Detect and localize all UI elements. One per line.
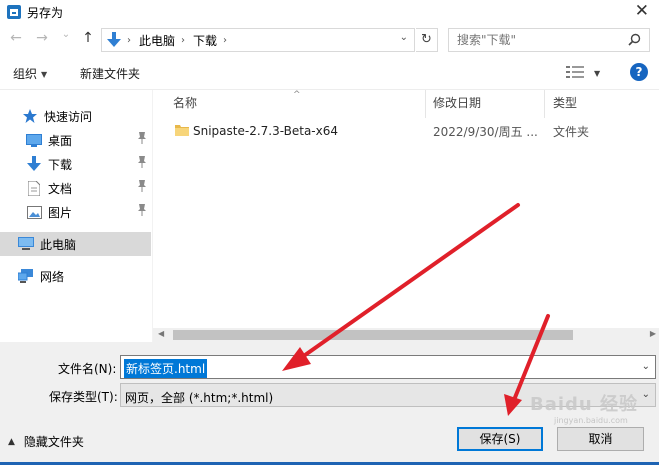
folder-icon (175, 124, 189, 139)
desktop-icon (26, 132, 42, 148)
cancel-button[interactable]: 取消 (557, 427, 644, 451)
chevron-down-icon: ▼ (41, 70, 48, 79)
document-icon (26, 180, 42, 196)
file-type: 文件夹 (553, 124, 590, 139)
recent-locations-icon[interactable]: ⌄ (58, 27, 74, 43)
address-dropdown-icon[interactable]: ⌄ (400, 32, 408, 43)
breadcrumb-separator: › (127, 34, 131, 46)
sidebar-item-label: 图片 (48, 205, 73, 220)
search-icon[interactable] (628, 33, 641, 49)
filetype-value: 网页，全部 (*.htm;*.html) (125, 391, 274, 405)
help-icon[interactable]: ? (630, 63, 648, 81)
filetype-label: 保存类型(T): (49, 390, 118, 404)
chevron-down-icon[interactable]: ⌄ (642, 389, 650, 400)
filename-field[interactable]: 新标签页.html ⌄ (120, 355, 656, 379)
star-icon (22, 108, 38, 124)
scroll-left-icon[interactable]: ◀ (158, 329, 164, 338)
save-button[interactable]: 保存(S) (457, 427, 543, 451)
pin-icon[interactable] (137, 132, 147, 147)
refresh-icon[interactable]: ↻ (416, 28, 438, 52)
address-bar[interactable]: › 此电脑 › 下载 › ⌄ (101, 28, 415, 52)
scroll-right-icon[interactable]: ▶ (650, 329, 656, 338)
network-icon (18, 268, 34, 284)
watermark: Baidu 经验 jingyan.baidu.com (530, 390, 638, 425)
download-folder-icon (107, 32, 121, 48)
sidebar-item-label: 此电脑 (40, 237, 77, 252)
organize-menu-button[interactable]: 组织 ▼ (13, 65, 47, 82)
breadcrumb-separator[interactable]: › (223, 35, 227, 46)
new-folder-button[interactable]: 新建文件夹 (80, 65, 140, 82)
file-list: ^ 名称 修改日期 类型 Snipaste-2.7.3-Beta-x64 202… (152, 90, 659, 342)
column-header-name[interactable]: 名称 (173, 94, 197, 116)
navigation-bar: ← → ⌄ ↑ › 此电脑 › 下载 › ⌄ ↻ (0, 24, 659, 54)
pin-icon[interactable] (137, 156, 147, 171)
app-icon (7, 5, 21, 19)
close-icon[interactable]: ✕ (635, 2, 649, 20)
sidebar-item-documents[interactable]: 文档 (0, 176, 151, 200)
table-row[interactable]: Snipaste-2.7.3-Beta-x64 2022/9/30/周五 ...… (171, 120, 659, 142)
horizontal-scrollbar[interactable]: ◀ ▶ (153, 328, 659, 342)
computer-icon (18, 236, 34, 252)
column-divider[interactable] (544, 90, 545, 118)
organize-label: 组织 (13, 67, 38, 81)
sidebar-item-quick-access[interactable]: 快速访问 (0, 104, 151, 128)
breadcrumb-downloads[interactable]: 下载 (193, 32, 217, 49)
breadcrumb-this-pc[interactable]: 此电脑 (139, 32, 175, 49)
file-name: Snipaste-2.7.3-Beta-x64 (193, 124, 339, 138)
chevron-up-icon: ▲ (8, 436, 15, 447)
sidebar-item-label: 网络 (40, 269, 65, 284)
file-date: 2022/9/30/周五 ... (433, 124, 538, 139)
details-view-icon (566, 65, 584, 82)
column-divider[interactable] (425, 90, 426, 118)
forward-arrow-icon[interactable]: → (34, 30, 50, 46)
view-options-button[interactable]: ▼ (566, 65, 606, 81)
title-bar: 另存为 ✕ (0, 0, 659, 24)
back-arrow-icon[interactable]: ← (8, 30, 24, 46)
sidebar-item-this-pc[interactable]: 此电脑 (0, 232, 151, 256)
sidebar-item-downloads[interactable]: 下载 (0, 152, 151, 176)
sidebar-item-desktop[interactable]: 桌面 (0, 128, 151, 152)
chevron-down-icon: ▼ (594, 68, 601, 78)
breadcrumb-separator[interactable]: › (181, 35, 185, 46)
search-input[interactable] (449, 29, 619, 51)
column-header-date[interactable]: 修改日期 (433, 94, 481, 116)
navigation-pane: 快速访问 桌面 下载 文档 图片 此电脑 网络 (0, 90, 152, 342)
filename-input[interactable]: 新标签页.html (124, 359, 208, 378)
sidebar-item-network[interactable]: 网络 (0, 264, 151, 288)
up-arrow-icon[interactable]: ↑ (80, 30, 96, 46)
column-header-type[interactable]: 类型 (553, 94, 577, 116)
window-title: 另存为 (27, 5, 64, 20)
sidebar-item-label: 文档 (48, 181, 73, 196)
pin-icon[interactable] (137, 180, 147, 195)
pin-icon[interactable] (137, 204, 147, 219)
download-icon (26, 156, 42, 172)
hide-folders-toggle[interactable]: ▲ 隐藏文件夹 (8, 433, 84, 450)
sidebar-item-label: 下载 (48, 157, 73, 172)
sidebar-item-label: 快速访问 (44, 109, 93, 124)
hide-folders-label: 隐藏文件夹 (23, 435, 84, 449)
sort-ascending-icon: ^ (293, 90, 301, 100)
watermark-text: Baidu 经验 (530, 394, 639, 415)
search-box[interactable] (448, 28, 650, 52)
sidebar-item-pictures[interactable]: 图片 (0, 200, 151, 224)
chevron-down-icon[interactable]: ⌄ (642, 361, 650, 372)
watermark-sub: jingyan.baidu.com (554, 416, 628, 425)
sidebar-item-label: 桌面 (48, 133, 73, 148)
command-toolbar: 组织 ▼ 新建文件夹 ▼ ? (0, 54, 659, 90)
picture-icon (26, 204, 42, 220)
scrollbar-thumb[interactable] (173, 330, 573, 340)
filename-label: 文件名(N): (58, 362, 117, 376)
